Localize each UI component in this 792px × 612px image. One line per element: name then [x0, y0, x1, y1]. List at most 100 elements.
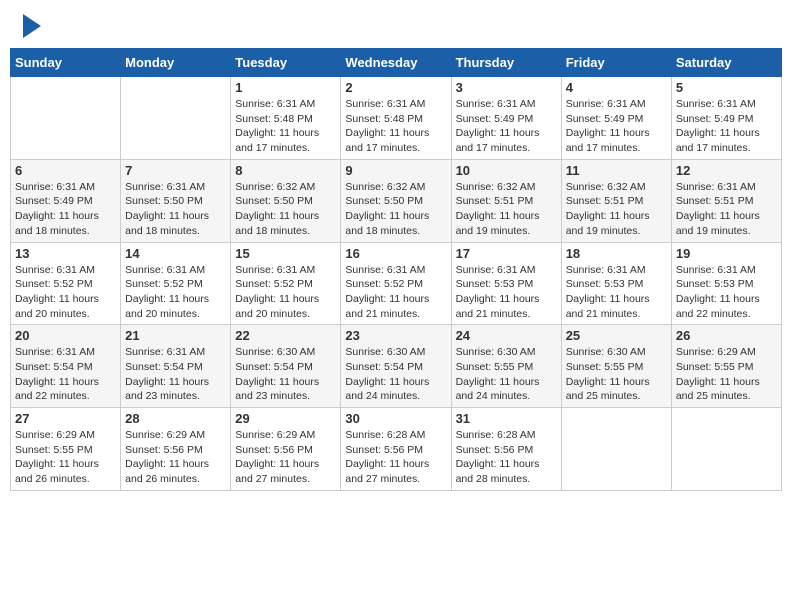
calendar-cell: 23 Sunrise: 6:30 AM Sunset: 5:54 PM Dayli… [341, 325, 451, 408]
day-number: 23 [345, 328, 446, 343]
day-number: 25 [566, 328, 667, 343]
calendar-cell: 17 Sunrise: 6:31 AM Sunset: 5:53 PM Dayli… [451, 242, 561, 325]
calendar-cell: 19Sunrise: 6:31 AM Sunset: 5:53 PM Dayli… [671, 242, 781, 325]
day-number: 2 [345, 80, 446, 95]
day-number: 7 [125, 163, 226, 178]
calendar-cell: 13Sunrise: 6:31 AM Sunset: 5:52 PM Dayli… [11, 242, 121, 325]
day-number: 3 [456, 80, 557, 95]
day-info: Sunrise: 6:31 AM Sunset: 5:50 PM Dayligh… [125, 180, 226, 239]
calendar-cell: 1Sunrise: 6:31 AM Sunset: 5:48 PM Daylig… [231, 77, 341, 160]
logo [20, 10, 41, 38]
day-number: 17 [456, 246, 557, 261]
day-number: 11 [566, 163, 667, 178]
day-info: Sunrise: 6:29 AM Sunset: 5:55 PM Dayligh… [15, 428, 116, 487]
day-number: 24 [456, 328, 557, 343]
day-info: Sunrise: 6:31 AM Sunset: 5:49 PM Dayligh… [566, 97, 667, 156]
calendar-cell: 21 Sunrise: 6:31 AM Sunset: 5:54 PM Dayli… [121, 325, 231, 408]
day-number: 12 [676, 163, 777, 178]
calendar-cell: 6 Sunrise: 6:31 AM Sunset: 5:49 PM Daylig… [11, 159, 121, 242]
calendar-cell: 29Sunrise: 6:29 AM Sunset: 5:56 PM Dayli… [231, 408, 341, 491]
day-info: Sunrise: 6:28 AM Sunset: 5:56 PM Dayligh… [345, 428, 446, 487]
day-info: Sunrise: 6:32 AM Sunset: 5:51 PM Dayligh… [566, 180, 667, 239]
calendar-cell: 5 Sunrise: 6:31 AM Sunset: 5:49 PM Daylig… [671, 77, 781, 160]
day-info: Sunrise: 6:31 AM Sunset: 5:52 PM Dayligh… [235, 263, 336, 322]
day-info: Sunrise: 6:31 AM Sunset: 5:49 PM Dayligh… [456, 97, 557, 156]
calendar-cell: 28Sunrise: 6:29 AM Sunset: 5:56 PM Dayli… [121, 408, 231, 491]
calendar-cell: 16Sunrise: 6:31 AM Sunset: 5:52 PM Dayli… [341, 242, 451, 325]
calendar-day-header: Friday [561, 49, 671, 77]
calendar-cell: 4 Sunrise: 6:31 AM Sunset: 5:49 PM Daylig… [561, 77, 671, 160]
calendar-cell: 14 Sunrise: 6:31 AM Sunset: 5:52 PM Dayli… [121, 242, 231, 325]
calendar-cell: 8Sunrise: 6:32 AM Sunset: 5:50 PM Daylig… [231, 159, 341, 242]
calendar-cell: 31 Sunrise: 6:28 AM Sunset: 5:56 PM Dayli… [451, 408, 561, 491]
day-info: Sunrise: 6:31 AM Sunset: 5:52 PM Dayligh… [125, 263, 226, 322]
calendar-cell: 7 Sunrise: 6:31 AM Sunset: 5:50 PM Daylig… [121, 159, 231, 242]
day-number: 22 [235, 328, 336, 343]
day-info: Sunrise: 6:31 AM Sunset: 5:53 PM Dayligh… [566, 263, 667, 322]
day-number: 6 [15, 163, 116, 178]
calendar-week-row: 6 Sunrise: 6:31 AM Sunset: 5:49 PM Daylig… [11, 159, 782, 242]
day-number: 16 [345, 246, 446, 261]
day-info: Sunrise: 6:31 AM Sunset: 5:53 PM Dayligh… [456, 263, 557, 322]
calendar-cell: 24 Sunrise: 6:30 AM Sunset: 5:55 PM Dayli… [451, 325, 561, 408]
day-number: 8 [235, 163, 336, 178]
calendar-cell: 27 Sunrise: 6:29 AM Sunset: 5:55 PM Dayli… [11, 408, 121, 491]
calendar-cell [671, 408, 781, 491]
calendar-cell: 9Sunrise: 6:32 AM Sunset: 5:50 PM Daylig… [341, 159, 451, 242]
day-info: Sunrise: 6:30 AM Sunset: 5:54 PM Dayligh… [345, 345, 446, 404]
day-info: Sunrise: 6:32 AM Sunset: 5:51 PM Dayligh… [456, 180, 557, 239]
calendar-cell [121, 77, 231, 160]
calendar-cell: 3 Sunrise: 6:31 AM Sunset: 5:49 PM Daylig… [451, 77, 561, 160]
calendar-body: 1Sunrise: 6:31 AM Sunset: 5:48 PM Daylig… [11, 77, 782, 491]
day-number: 30 [345, 411, 446, 426]
calendar-cell: 11 Sunrise: 6:32 AM Sunset: 5:51 PM Dayli… [561, 159, 671, 242]
calendar-cell: 2 Sunrise: 6:31 AM Sunset: 5:48 PM Daylig… [341, 77, 451, 160]
day-info: Sunrise: 6:31 AM Sunset: 5:54 PM Dayligh… [15, 345, 116, 404]
day-number: 10 [456, 163, 557, 178]
calendar-day-header: Thursday [451, 49, 561, 77]
day-info: Sunrise: 6:30 AM Sunset: 5:55 PM Dayligh… [566, 345, 667, 404]
day-info: Sunrise: 6:30 AM Sunset: 5:55 PM Dayligh… [456, 345, 557, 404]
calendar-cell: 18Sunrise: 6:31 AM Sunset: 5:53 PM Dayli… [561, 242, 671, 325]
calendar-week-row: 13Sunrise: 6:31 AM Sunset: 5:52 PM Dayli… [11, 242, 782, 325]
calendar-cell: 15 Sunrise: 6:31 AM Sunset: 5:52 PM Dayli… [231, 242, 341, 325]
day-info: Sunrise: 6:30 AM Sunset: 5:54 PM Dayligh… [235, 345, 336, 404]
calendar-cell: 22 Sunrise: 6:30 AM Sunset: 5:54 PM Dayli… [231, 325, 341, 408]
calendar-day-header: Tuesday [231, 49, 341, 77]
calendar-day-header: Monday [121, 49, 231, 77]
day-info: Sunrise: 6:31 AM Sunset: 5:48 PM Dayligh… [345, 97, 446, 156]
day-number: 29 [235, 411, 336, 426]
day-number: 5 [676, 80, 777, 95]
day-number: 14 [125, 246, 226, 261]
day-info: Sunrise: 6:32 AM Sunset: 5:50 PM Dayligh… [345, 180, 446, 239]
day-number: 31 [456, 411, 557, 426]
calendar-cell: 26 Sunrise: 6:29 AM Sunset: 5:55 PM Dayli… [671, 325, 781, 408]
day-number: 20 [15, 328, 116, 343]
calendar-cell: 25 Sunrise: 6:30 AM Sunset: 5:55 PM Dayli… [561, 325, 671, 408]
day-info: Sunrise: 6:31 AM Sunset: 5:54 PM Dayligh… [125, 345, 226, 404]
day-info: Sunrise: 6:29 AM Sunset: 5:56 PM Dayligh… [125, 428, 226, 487]
calendar-day-header: Wednesday [341, 49, 451, 77]
day-info: Sunrise: 6:28 AM Sunset: 5:56 PM Dayligh… [456, 428, 557, 487]
day-number: 21 [125, 328, 226, 343]
calendar-cell: 10 Sunrise: 6:32 AM Sunset: 5:51 PM Dayli… [451, 159, 561, 242]
day-number: 4 [566, 80, 667, 95]
calendar-cell: 30 Sunrise: 6:28 AM Sunset: 5:56 PM Dayli… [341, 408, 451, 491]
day-info: Sunrise: 6:31 AM Sunset: 5:53 PM Dayligh… [676, 263, 777, 322]
day-number: 26 [676, 328, 777, 343]
day-number: 15 [235, 246, 336, 261]
calendar-week-row: 1Sunrise: 6:31 AM Sunset: 5:48 PM Daylig… [11, 77, 782, 160]
calendar-week-row: 27 Sunrise: 6:29 AM Sunset: 5:55 PM Dayli… [11, 408, 782, 491]
day-number: 27 [15, 411, 116, 426]
logo-arrow-icon [23, 14, 41, 38]
calendar-cell [11, 77, 121, 160]
day-info: Sunrise: 6:31 AM Sunset: 5:49 PM Dayligh… [15, 180, 116, 239]
day-info: Sunrise: 6:31 AM Sunset: 5:49 PM Dayligh… [676, 97, 777, 156]
day-info: Sunrise: 6:29 AM Sunset: 5:55 PM Dayligh… [676, 345, 777, 404]
calendar-cell: 12 Sunrise: 6:31 AM Sunset: 5:51 PM Dayli… [671, 159, 781, 242]
calendar-header-row: SundayMondayTuesdayWednesdayThursdayFrid… [11, 49, 782, 77]
day-info: Sunrise: 6:31 AM Sunset: 5:51 PM Dayligh… [676, 180, 777, 239]
day-info: Sunrise: 6:31 AM Sunset: 5:48 PM Dayligh… [235, 97, 336, 156]
calendar-cell: 20 Sunrise: 6:31 AM Sunset: 5:54 PM Dayli… [11, 325, 121, 408]
calendar-day-header: Sunday [11, 49, 121, 77]
